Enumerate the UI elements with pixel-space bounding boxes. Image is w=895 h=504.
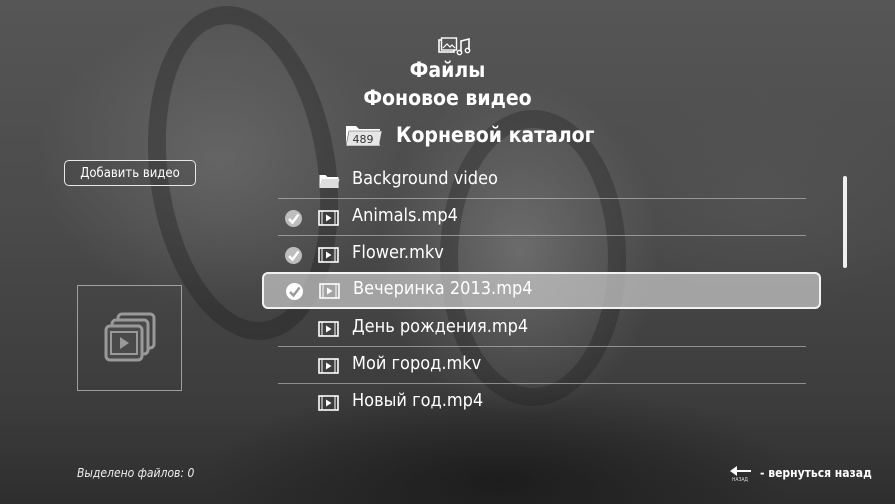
video-file-icon <box>318 321 339 337</box>
checkmark-icon[interactable] <box>284 209 303 228</box>
arrow-left-icon <box>730 466 751 476</box>
background-video-file-browser: Файлы Фоновое видео 489 Корневой каталог… <box>0 0 895 504</box>
back-key[interactable]: НАЗАД <box>730 464 756 483</box>
app-title: Файлы <box>409 58 486 82</box>
video-file-icon <box>318 395 339 411</box>
file-name: Background video <box>352 168 498 189</box>
file-name: Новый год.mp4 <box>352 390 484 411</box>
file-row[interactable]: Flower.mkv <box>278 236 806 273</box>
section-title: Фоновое видео <box>363 86 532 110</box>
add-video-button[interactable]: Добавить видео <box>64 160 196 186</box>
file-row[interactable]: День рождения.mp4 <box>278 310 806 347</box>
preview-thumbnail <box>77 285 182 391</box>
checkmark-icon[interactable] <box>284 246 303 265</box>
file-row[interactable]: Новый год.mp4 <box>278 384 806 421</box>
file-row[interactable]: Мой город.mkv <box>278 347 806 384</box>
file-name: Animals.mp4 <box>352 205 458 226</box>
video-file-icon <box>318 247 339 263</box>
back-key-label: НАЗАД <box>732 477 748 483</box>
selected-count: Выделено файлов: 0 <box>77 466 195 480</box>
location-label: Корневой каталог <box>396 123 595 147</box>
folder-icon: 489 <box>345 126 383 147</box>
checkmark-icon[interactable] <box>285 282 304 301</box>
file-row[interactable]: Animals.mp4 <box>278 199 806 236</box>
file-row-folder[interactable]: Background video <box>278 162 806 199</box>
file-name: День рождения.mp4 <box>352 316 529 337</box>
files-media-icon <box>438 37 471 56</box>
file-name: Мой город.mkv <box>352 353 482 374</box>
back-hint: НАЗАД - вернуться назад <box>730 464 872 483</box>
file-name: Flower.mkv <box>352 242 444 263</box>
folder-badge: 489 <box>353 133 374 146</box>
video-file-icon <box>318 358 339 374</box>
file-row-selected[interactable]: Вечеринка 2013.mp4 <box>262 272 821 309</box>
file-name: Вечеринка 2013.mp4 <box>353 278 533 299</box>
video-file-icon <box>318 210 339 226</box>
back-hint-text: - вернуться назад <box>760 466 872 480</box>
list-scrollbar[interactable] <box>843 176 847 268</box>
current-location: 489 Корневой каталог <box>342 122 595 148</box>
video-files-stack-icon <box>104 312 156 362</box>
folder-icon <box>319 175 340 188</box>
video-file-icon <box>319 283 340 299</box>
